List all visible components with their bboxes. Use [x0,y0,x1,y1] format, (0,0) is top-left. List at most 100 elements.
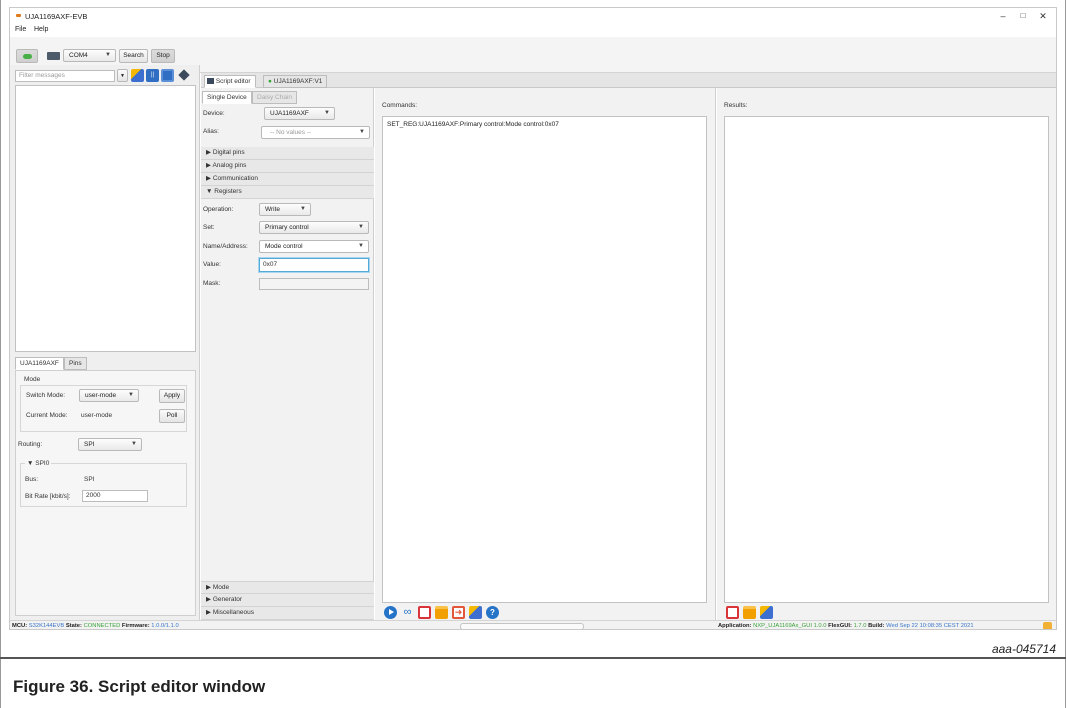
section-mode[interactable]: ▶ Mode [201,581,374,594]
main-tab-strip: Script editor ● UJA1169AXF:V1 [201,73,1056,88]
search-button[interactable]: Search [119,49,148,63]
chevron-down-icon: ▼ [359,129,365,135]
operation-select[interactable]: Write ▼ [259,203,311,216]
routing-select[interactable]: SPI ▼ [78,438,142,451]
application-value: NXP_UJA1169Ax_GUI 1.0.0 [753,623,827,629]
apply-button[interactable]: Apply [159,389,185,403]
chevron-down-icon: ▼ [324,110,330,116]
state-value: CONNECTED [83,623,121,629]
name-address-select[interactable]: Mode control ▼ [259,240,369,253]
chevron-down-icon: ▼ [105,52,111,58]
set-select[interactable]: Primary control ▼ [259,221,369,234]
poll-button[interactable]: Poll [159,409,185,423]
open-folder-icon[interactable] [435,606,448,619]
section-analog-pins[interactable]: ▶ Analog pins [201,160,374,173]
caret-right-icon: ▶ [206,584,211,591]
commands-panel: Commands: SET_REG:UJA1169AXF:Primary con… [375,88,716,620]
menu-help[interactable]: Help [34,26,48,33]
toggle-on-icon [22,54,32,59]
connect-toggle-button[interactable] [16,49,38,63]
spi-group: ▼ SPI0 Bus: SPI Bit Rate [kbit/s]: 2000 [20,460,187,507]
com-port-select[interactable]: COM4 ▼ [63,49,116,62]
caret-right-icon: ▶ [206,609,211,616]
filter-dropdown-button[interactable]: ▼ [117,69,128,82]
clear-results-icon[interactable] [760,606,773,619]
figure-id: aaa-045714 [991,642,1056,656]
bus-value: SPI [84,476,95,483]
tab-script-editor[interactable]: Script editor [204,75,256,88]
mode-group-title: Mode [24,376,41,383]
caret-right-icon: ▶ [206,162,211,169]
value-input[interactable]: 0x07 [259,258,369,272]
section-registers[interactable]: ▼ Registers [201,186,374,199]
open-folder-icon[interactable] [743,606,756,619]
bit-rate-input[interactable]: 2000 [82,490,148,502]
results-panel: Results: [717,88,1056,620]
chevron-down-icon: ▼ [128,392,134,398]
chevron-down-icon: ▼ [131,441,137,447]
minimize-icon[interactable]: – [996,11,1010,21]
page-border-left [0,0,1,708]
spi-group-title[interactable]: ▼ SPI0 [25,460,52,467]
name-address-label: Name/Address: [203,243,248,250]
help-icon[interactable]: ? [486,606,499,619]
mask-label: Mask: [203,280,221,287]
tab-pins[interactable]: Pins [64,357,87,370]
save-script-icon[interactable] [418,606,431,619]
close-icon[interactable]: ✕ [1036,11,1050,22]
caret-down-icon: ▼ [206,188,213,195]
app-window: UJA1169AXF-EVB – □ ✕ File Help COM4 ▼ Sea… [9,7,1057,630]
status-dot-icon: ● [268,78,272,85]
caret-right-icon: ▶ [206,149,211,156]
status-right: Application: NXP_UJA1169Ax_GUI 1.0.0 Fle… [718,623,974,629]
operation-label: Operation: [203,206,234,213]
maximize-icon[interactable]: □ [1016,11,1030,20]
results-view[interactable] [724,116,1049,603]
figure-caption: Figure 36. Script editor window [13,677,266,696]
section-communication[interactable]: ▶ Communication [201,173,374,186]
mode-group: Switch Mode: user-mode ▼ Apply Current Mo… [20,385,187,432]
section-miscellaneous[interactable]: ▶ Miscellaneous [201,607,374,620]
tab-device-v1[interactable]: ● UJA1169AXF:V1 [263,75,328,88]
switch-mode-select[interactable]: user-mode ▼ [79,389,139,402]
pause-icon[interactable]: || [146,69,159,82]
run-icon[interactable] [384,606,397,619]
stop-button[interactable]: Stop [151,49,175,63]
commands-editor[interactable]: SET_REG:UJA1169AXF:Primary control:Mode … [382,116,707,603]
device-select[interactable]: UJA1169AXF ▼ [264,107,335,120]
progress-bar [460,623,584,629]
build-value: Wed Sep 22 10:08:35 CEST 2021 [886,623,974,629]
section-digital-pins[interactable]: ▶ Digital pins [201,147,374,160]
section-generator[interactable]: ▶ Generator [201,594,374,607]
menu-file[interactable]: File [15,26,26,33]
tab-single-device[interactable]: Single Device [202,91,252,104]
status-bar: MCU: S32K144EVB State: CONNECTED Firmwar… [10,620,1056,629]
flexgui-value: 1.7.0 [853,623,867,629]
current-mode-label: Current Mode: [26,412,68,419]
clear-commands-icon[interactable] [469,606,482,619]
clear-messages-icon[interactable] [131,69,144,82]
settings-diamond-icon[interactable] [178,69,191,82]
save-log-icon[interactable] [161,69,174,82]
bit-rate-label: Bit Rate [kbit/s]: [25,493,71,500]
notification-icon[interactable] [1043,622,1052,629]
commands-label: Commands: [382,102,418,109]
caption-divider [0,657,1066,659]
save-results-icon[interactable] [726,606,739,619]
loop-icon[interactable]: ∞ [401,606,414,619]
mcu-value: S32K144EVB [28,623,65,629]
chevron-down-icon: ▼ [120,73,125,79]
menu-bar: File Help [10,24,1056,37]
app-logo-icon [16,14,21,17]
left-panel: Filter messages ▼ || UJA1169AXF Pins Mod… [10,65,200,620]
filter-messages-input[interactable]: Filter messages [15,70,115,82]
tab-device[interactable]: UJA1169AXF [15,357,64,370]
message-log[interactable] [15,85,196,352]
script-icon [207,78,214,84]
alias-select[interactable]: -- No values -- ▼ [261,126,370,139]
insert-command-icon[interactable]: ➜ [452,606,465,619]
mask-input[interactable] [259,278,369,290]
status-left: MCU: S32K144EVB State: CONNECTED Firmwar… [12,623,179,629]
routing-label: Routing: [18,441,43,448]
tab-daisy-chain[interactable]: Daisy Chain [252,91,298,104]
